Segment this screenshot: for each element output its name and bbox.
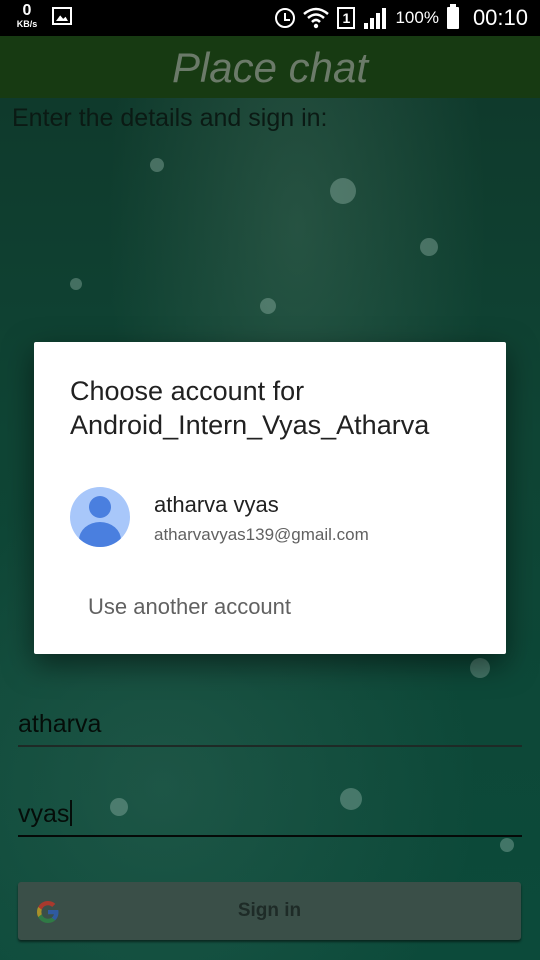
battery-icon <box>446 4 459 29</box>
last-name-value: vyas <box>18 800 70 828</box>
network-speed: 0 KB/s <box>14 3 40 29</box>
sign-in-label: Sign in <box>237 900 302 921</box>
battery-percent: 100% <box>395 8 439 27</box>
person-icon-body <box>79 522 121 547</box>
background-sparkle <box>70 278 82 290</box>
use-another-account-button[interactable]: Use another account <box>88 594 291 620</box>
avatar <box>70 487 130 547</box>
gallery-notification-icon <box>52 7 72 25</box>
background-sparkle <box>470 658 490 678</box>
first-name-field[interactable]: atharva <box>18 710 522 747</box>
account-chooser-dialog: Choose account for Android_Intern_Vyas_A… <box>34 342 506 654</box>
google-sign-in-button[interactable]: Sign in <box>18 882 521 940</box>
background-sparkle <box>330 178 356 204</box>
sign-in-prompt: Enter the details and sign in: <box>12 104 328 132</box>
first-name-value: atharva <box>18 710 102 738</box>
dialog-title: Choose account for Android_Intern_Vyas_A… <box>70 374 490 442</box>
person-icon <box>89 496 111 518</box>
signal-icon <box>364 8 387 29</box>
account-name: atharva vyas <box>154 492 279 517</box>
account-email: atharvavyas139@gmail.com <box>154 525 369 544</box>
background-sparkle <box>150 158 164 172</box>
app-title: Place chat <box>171 44 369 91</box>
dialog-title-line1: Choose account for <box>70 376 305 406</box>
network-speed-unit: KB/s <box>16 19 38 29</box>
sim-icon: 1 <box>337 7 356 29</box>
alarm-icon <box>275 8 296 28</box>
text-caret <box>70 800 73 826</box>
app-bar: Place chat <box>0 36 540 98</box>
wifi-icon <box>303 7 330 29</box>
background-sparkle <box>260 298 276 314</box>
network-speed-value: 0 <box>22 2 32 19</box>
background-sparkle <box>500 838 514 852</box>
background-sparkle <box>420 238 438 256</box>
clock: 00:10 <box>472 5 528 30</box>
dialog-title-line2: Android_Intern_Vyas_Atharva <box>70 410 430 440</box>
status-bar: 0 KB/s 1 100% 00:10 <box>0 0 540 36</box>
last-name-field[interactable]: vyas <box>18 800 522 837</box>
